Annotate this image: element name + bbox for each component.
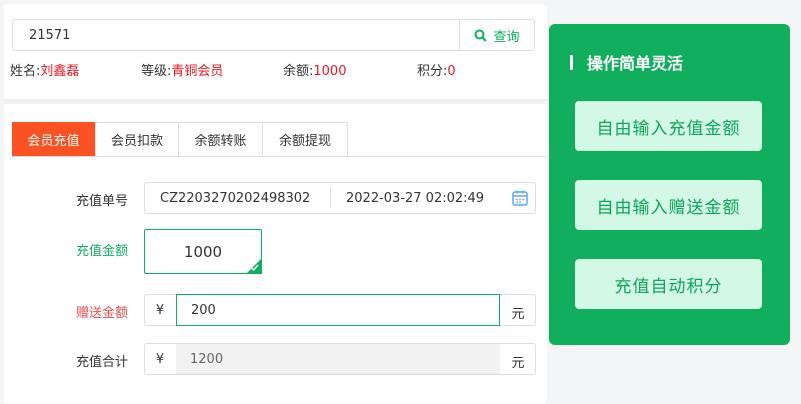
member-level: 青铜会员 xyxy=(171,64,224,79)
gift-unit: 元 xyxy=(511,307,525,322)
gift-label: 赠送金额 xyxy=(75,306,128,321)
search-icon xyxy=(474,29,488,42)
member-search-input[interactable] xyxy=(12,19,459,51)
order-no-label: 充值单号 xyxy=(75,194,128,209)
search-button-label: 查询 xyxy=(493,29,520,45)
member-name-label: 姓名: xyxy=(10,64,41,79)
order-field: CZ2203270202498302 2022-03-27 02:02:49 xyxy=(144,182,536,214)
search-button[interactable]: 查询 xyxy=(459,19,535,51)
total-value: 1200 xyxy=(190,351,224,367)
member-points: 0 xyxy=(447,64,456,79)
feature-title-text: 操作简单灵活 xyxy=(587,54,684,73)
total-currency: ¥ xyxy=(155,352,165,367)
gift-field: ¥ 200 元 xyxy=(144,294,536,326)
member-name: 刘鑫磊 xyxy=(40,64,80,79)
title-accent-bar xyxy=(570,54,573,70)
member-name-field: 姓名:刘鑫磊 xyxy=(10,60,79,79)
member-balance-label: 余额: xyxy=(283,64,314,79)
member-balance-field: 余额:1000 xyxy=(283,60,346,79)
total-field: ¥ 1200 元 xyxy=(144,343,536,375)
member-info: 姓名:刘鑫磊 等级:青铜会员 余额:1000 积分:0 xyxy=(10,60,530,80)
amount-option-selected[interactable]: 1000 xyxy=(144,229,262,274)
amount-value: 1000 xyxy=(183,242,223,261)
member-level-label: 等级: xyxy=(141,64,172,79)
tab-deduct[interactable]: 会员扣款 xyxy=(95,122,179,156)
total-unit: 元 xyxy=(511,356,525,371)
member-panel: 查询 姓名:刘鑫磊 等级:青铜会员 余额:1000 积分:0 会员充值 会员扣款… xyxy=(4,4,547,404)
feature-title: 操作简单灵活 xyxy=(570,50,683,74)
order-number: CZ2203270202498302 xyxy=(160,190,311,206)
member-level-field: 等级:青铜会员 xyxy=(141,60,223,79)
search-row: 查询 xyxy=(12,19,537,53)
order-field-separator xyxy=(330,188,331,208)
gift-currency: ¥ xyxy=(155,303,165,318)
member-points-label: 积分: xyxy=(417,64,448,79)
member-points-field: 积分:0 xyxy=(417,60,456,79)
tab-recharge[interactable]: 会员充值 xyxy=(12,122,95,156)
feature-free-gift[interactable]: 自由输入赠送金额 xyxy=(575,180,762,230)
tab-withdraw[interactable]: 余额提现 xyxy=(262,122,348,156)
member-balance: 1000 xyxy=(313,64,347,79)
tab-transfer[interactable]: 余额转账 xyxy=(178,122,263,156)
feature-auto-points[interactable]: 充值自动积分 xyxy=(575,259,762,309)
feature-panel: 操作简单灵活 自由输入充值金额 自由输入赠送金额 充值自动积分 xyxy=(549,24,790,345)
amount-label: 充值金额 xyxy=(75,244,128,259)
total-readonly-input: 1200 xyxy=(176,344,500,374)
calendar-icon[interactable] xyxy=(511,189,529,207)
order-time: 2022-03-27 02:02:49 xyxy=(346,190,485,206)
gift-value: 200 xyxy=(191,302,216,318)
total-label: 充值合计 xyxy=(75,355,128,370)
feature-free-recharge[interactable]: 自由输入充值金额 xyxy=(575,101,762,151)
gift-input[interactable]: 200 xyxy=(176,294,500,326)
tab-bar: 会员充值 会员扣款 余额转账 余额提现 xyxy=(12,122,547,157)
check-icon xyxy=(250,264,259,271)
section-divider xyxy=(4,99,547,104)
